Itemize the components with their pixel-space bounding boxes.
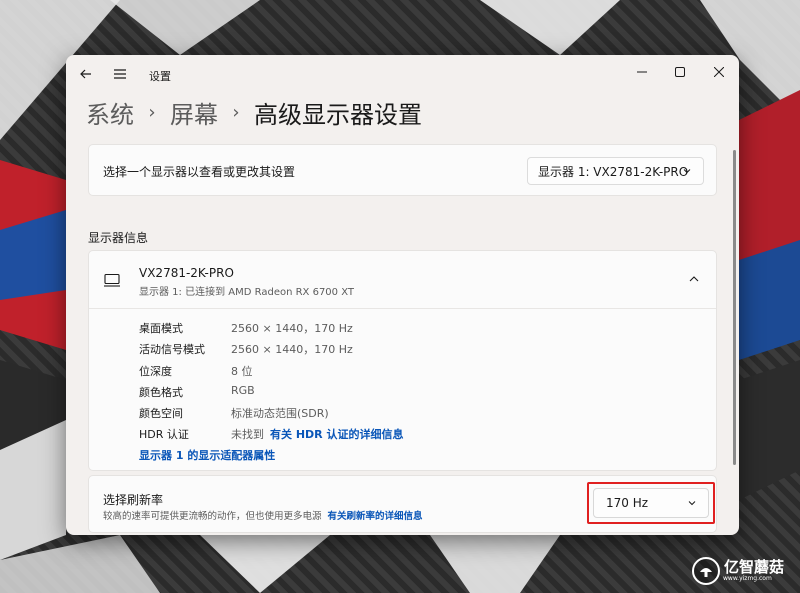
- close-icon: [714, 67, 724, 77]
- refresh-rate-card: 选择刷新率 较高的速率可提供更流畅的动作，但也使用更多电源 有关刷新率的详细信息 …: [88, 475, 717, 533]
- info-value: 8 位: [231, 364, 253, 378]
- display-info-card: VX2781-2K-PRO 显示器 1: 已连接到 AMD Radeon RX …: [88, 250, 717, 471]
- watermark-url: www.yizmg.com: [723, 575, 772, 582]
- settings-window: 设置 系统 › 屏幕 › 高级显示器设置 选择一个显示器以查看或更改其设置 显示…: [66, 55, 739, 535]
- refresh-rate-value: 170 Hz: [606, 496, 649, 510]
- refresh-rate-label: 选择刷新率: [103, 493, 164, 507]
- info-value: 标准动态范围(SDR): [231, 407, 329, 421]
- info-label: 颜色格式: [139, 385, 183, 399]
- info-value: 2560 × 1440，170 Hz: [231, 343, 353, 357]
- page-title: 高级显示器设置: [254, 100, 422, 129]
- chevron-up-icon[interactable]: [688, 273, 700, 285]
- monitor-icon: [104, 273, 120, 287]
- breadcrumb: 系统 › 屏幕 › 高级显示器设置: [86, 95, 422, 129]
- display-select-label: 选择一个显示器以查看或更改其设置: [103, 165, 296, 179]
- display-dropdown-value: 显示器 1: VX2781-2K-PRO: [538, 164, 689, 179]
- info-value: 未找到 有关 HDR 认证的详细信息: [231, 426, 403, 442]
- breadcrumb-separator: ›: [232, 101, 240, 123]
- window-title: 设置: [149, 70, 171, 83]
- minimize-icon: [637, 71, 647, 73]
- info-label: 颜色空间: [139, 407, 183, 421]
- breadcrumb-item-display[interactable]: 屏幕: [170, 95, 218, 130]
- minimize-button[interactable]: [627, 61, 657, 83]
- chevron-down-icon: [683, 169, 691, 174]
- hdr-status: 未找到: [231, 428, 264, 442]
- info-value: 2560 × 1440，170 Hz: [231, 322, 353, 335]
- info-value: RGB: [231, 383, 255, 397]
- info-label: HDR 认证: [139, 428, 189, 442]
- maximize-icon: [675, 67, 685, 77]
- display-dropdown[interactable]: 显示器 1: VX2781-2K-PRO: [527, 157, 704, 185]
- refresh-rate-description: 较高的速率可提供更流畅的动作，但也使用更多电源 有关刷新率的详细信息: [103, 508, 423, 522]
- watermark-logo-icon: [692, 557, 720, 585]
- section-title-display-info: 显示器信息: [88, 231, 149, 245]
- display-select-card: 选择一个显示器以查看或更改其设置 显示器 1: VX2781-2K-PRO: [88, 144, 717, 196]
- refresh-rate-info-link[interactable]: 有关刷新率的详细信息: [328, 511, 423, 522]
- hdr-info-link[interactable]: 有关 HDR 认证的详细信息: [270, 428, 403, 441]
- maximize-button[interactable]: [665, 61, 695, 83]
- watermark: 亿智蘑菇 www.yizmg.com: [692, 556, 796, 586]
- monitor-name: VX2781-2K-PRO: [139, 266, 234, 280]
- info-label: 桌面模式: [139, 322, 183, 335]
- chevron-down-icon: [688, 501, 696, 506]
- monitor-connection: 显示器 1: 已连接到 AMD Radeon RX 6700 XT: [139, 287, 354, 298]
- title-bar: 设置: [66, 55, 739, 93]
- hamburger-menu-icon[interactable]: [112, 66, 128, 82]
- back-arrow-icon[interactable]: [78, 66, 94, 82]
- info-label: 活动信号模式: [139, 343, 205, 357]
- watermark-text-block: 亿智蘑菇 www.yizmg.com: [720, 558, 785, 583]
- info-label: 位深度: [139, 364, 172, 378]
- refresh-rate-dropdown[interactable]: 170 Hz: [593, 488, 709, 518]
- breadcrumb-separator: ›: [148, 101, 156, 123]
- watermark-text: 亿智蘑菇: [724, 558, 785, 576]
- display-info-header[interactable]: VX2781-2K-PRO 显示器 1: 已连接到 AMD Radeon RX …: [89, 251, 716, 309]
- close-button[interactable]: [704, 61, 734, 83]
- breadcrumb-item-system[interactable]: 系统: [86, 95, 134, 130]
- refresh-rate-description-text: 较高的速率可提供更流畅的动作，但也使用更多电源: [103, 511, 322, 522]
- scrollbar[interactable]: [733, 150, 736, 465]
- adapter-properties-link[interactable]: 显示器 1 的显示适配器属性: [139, 447, 275, 463]
